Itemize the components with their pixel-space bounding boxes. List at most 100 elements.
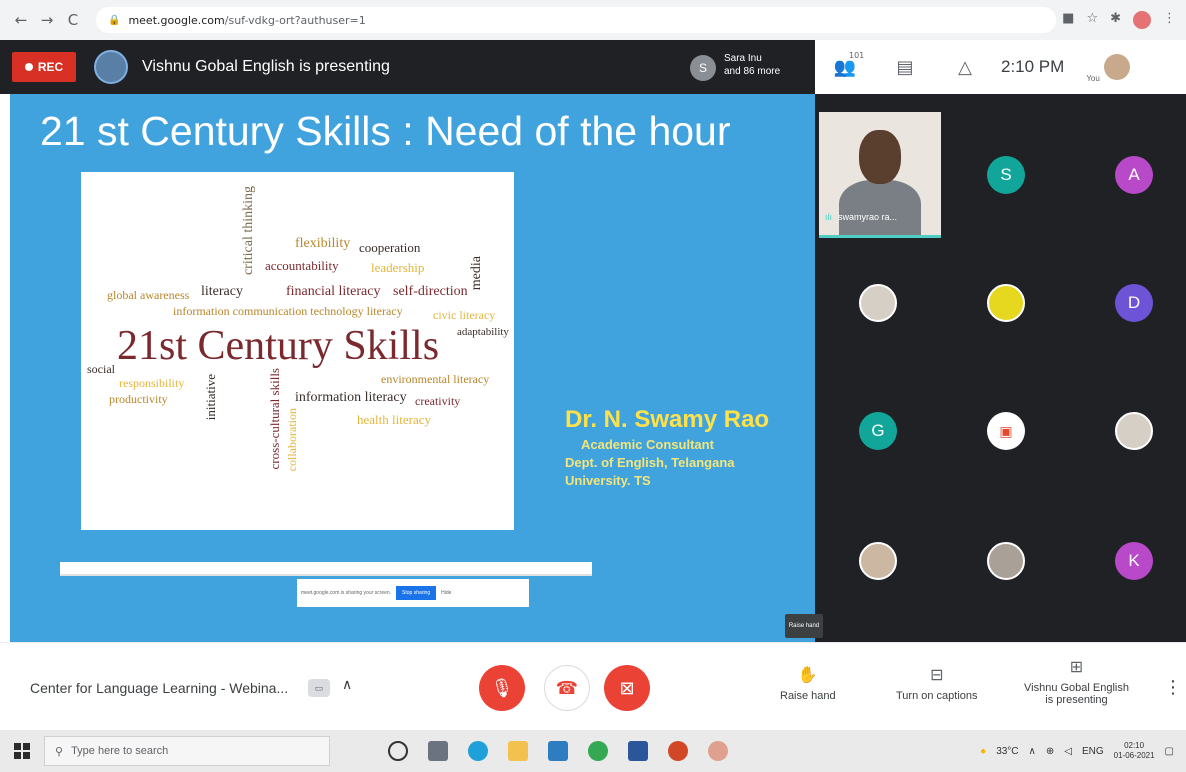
presenter-status: Vishnu Gobal English is presenting [142, 58, 390, 75]
people-avatar: S [690, 55, 716, 81]
chat-icon[interactable]: ▤ [875, 57, 935, 78]
people-line1: Sara Inu [724, 53, 762, 64]
forward-icon[interactable]: → [36, 9, 58, 31]
people-icon[interactable]: 👥 101 [815, 51, 875, 78]
hide-button[interactable]: Hide [441, 590, 451, 596]
language[interactable]: ENG [1082, 746, 1104, 757]
stop-sharing-button[interactable]: Stop sharing [396, 586, 437, 600]
record-dot-icon [24, 63, 33, 71]
notifications-icon[interactable]: ▢ [1165, 746, 1174, 757]
people-line2: and 86 more [724, 66, 781, 77]
menu-icon[interactable]: ⋮ [1163, 11, 1176, 29]
wc-word: leadership [371, 260, 425, 275]
meeting-title[interactable]: Center for Language Learning - Webina... [30, 680, 288, 696]
activities-icon[interactable]: △ [935, 57, 995, 78]
taskbar-apps [388, 741, 728, 761]
participant-photo-avatar[interactable] [987, 284, 1025, 322]
participant-avatar[interactable]: G [859, 412, 897, 450]
word-cloud: flexibility cooperation accountability l… [81, 172, 514, 530]
word-icon[interactable] [628, 741, 648, 761]
wc-word: collaboration [285, 408, 299, 472]
wc-word: social [87, 362, 115, 376]
camera-indicator-icon[interactable]: ■ [1062, 11, 1074, 29]
wc-word: global awareness [107, 288, 190, 302]
participant-avatar[interactable]: K [1115, 542, 1153, 580]
microphone-off-button[interactable]: 🎙 [479, 665, 525, 711]
wc-word: flexibility [295, 236, 351, 251]
participant-avatar[interactable]: D [1115, 284, 1153, 322]
slide-bottom-bar [60, 562, 592, 576]
camera-off-button[interactable]: ⊠ [604, 665, 650, 711]
search-placeholder: Type here to search [71, 745, 169, 757]
speaker-university: University. TS [565, 473, 651, 488]
task-view-icon[interactable] [428, 741, 448, 761]
lock-icon: 🔒 [108, 14, 121, 26]
star-icon[interactable]: ☆ [1086, 11, 1098, 29]
wc-word: environmental literacy [381, 372, 490, 386]
people-summary[interactable]: Sara Inu and 86 more [724, 52, 780, 78]
share-banner-text: meet.google.com is sharing your screen. [301, 590, 392, 596]
temperature[interactable]: 33°C [996, 746, 1018, 757]
wc-word: media [469, 256, 484, 291]
wc-word: civic literacy [433, 308, 496, 322]
edge-icon[interactable] [468, 741, 488, 761]
app-icon[interactable] [708, 741, 728, 761]
recording-badge: REC [12, 52, 76, 82]
more-options-icon[interactable]: ⋮ [1164, 677, 1182, 698]
screen-share-banner: meet.google.com is sharing your screen. … [297, 579, 529, 607]
participant-photo-avatar[interactable] [987, 542, 1025, 580]
participant-video-tile[interactable]: ılı swamyrao ra... [819, 112, 941, 238]
raise-hand-label: Raise hand [780, 690, 836, 702]
wc-word: cooperation [359, 240, 421, 255]
volume-icon[interactable]: ◁ [1064, 746, 1072, 757]
wc-word: responsibility [119, 376, 185, 390]
windows-start-icon[interactable] [14, 743, 30, 759]
chevron-up-icon[interactable]: ∧ [342, 677, 352, 693]
store-icon[interactable] [548, 741, 568, 761]
participant-photo-avatar[interactable] [859, 542, 897, 580]
meeting-clock: 2:10 PM [1001, 57, 1065, 76]
you-label: You [1086, 73, 1100, 83]
extensions-icon[interactable]: ✱ [1110, 11, 1121, 29]
file-explorer-icon[interactable] [508, 741, 528, 761]
cortana-icon[interactable] [388, 741, 408, 761]
meet-top-right: 👥 101 ▤ △ 2:10 PM You [815, 40, 1186, 94]
network-icon[interactable]: ⊕ [1046, 746, 1054, 757]
present-icon: ⊞ [1069, 657, 1084, 676]
captions-button[interactable]: ⊟ Turn on captions [896, 665, 978, 702]
wc-word: creativity [415, 394, 461, 408]
wc-word: accountability [265, 258, 339, 273]
wc-word: information communication technology lit… [173, 304, 403, 318]
self-avatar[interactable] [1103, 54, 1130, 80]
browser-actions: ■ ☆ ✱ ⋮ [1062, 11, 1176, 29]
windows-taskbar: ⚲ Type here to search ● 33°C ∧ ⊕ ◁ ENG 0… [0, 730, 1186, 772]
profile-avatar[interactable] [1133, 11, 1151, 29]
participant-avatar[interactable]: S [987, 156, 1025, 194]
hand-icon: ✋ [797, 665, 818, 684]
taskbar-clock[interactable]: 02:10 01-06-2021 [1114, 741, 1155, 761]
back-icon[interactable]: ← [10, 9, 32, 31]
participant-photo-avatar[interactable] [1115, 412, 1153, 450]
chrome-icon[interactable] [588, 741, 608, 761]
taskbar-search[interactable]: ⚲ Type here to search [44, 736, 330, 766]
participant-photo-avatar[interactable]: ▣ [987, 412, 1025, 450]
wc-word: self-direction [393, 284, 468, 299]
reload-icon[interactable]: C [62, 9, 84, 31]
meeting-details-icon[interactable]: ▭ [308, 679, 330, 697]
slide-title: 21 st Century Skills : Need of the hour [40, 108, 731, 154]
rec-label: REC [37, 60, 64, 74]
address-bar[interactable]: 🔒 meet.google.com /suf-vdkg-ort?authuser… [96, 7, 1056, 33]
presenting-line2: is presenting [1045, 694, 1108, 706]
participant-photo-avatar[interactable] [859, 284, 897, 322]
raise-hand-button[interactable]: ✋ Raise hand [780, 665, 836, 702]
participant-avatar[interactable]: A [1115, 156, 1153, 194]
presenting-button[interactable]: ⊞ Vishnu Gobal English is presenting [1024, 657, 1129, 706]
wc-word: productivity [109, 392, 168, 406]
leave-call-button[interactable]: ☎ [544, 665, 590, 711]
tray-overflow-icon[interactable]: ∧ [1029, 746, 1036, 757]
presenting-line1: Vishnu Gobal English [1024, 682, 1129, 694]
weather-icon[interactable]: ● [980, 746, 986, 757]
presentation-slide: 21 st Century Skills : Need of the hour … [10, 94, 815, 642]
powerpoint-icon[interactable] [668, 741, 688, 761]
speaking-indicator-icon: ılı [825, 212, 833, 222]
